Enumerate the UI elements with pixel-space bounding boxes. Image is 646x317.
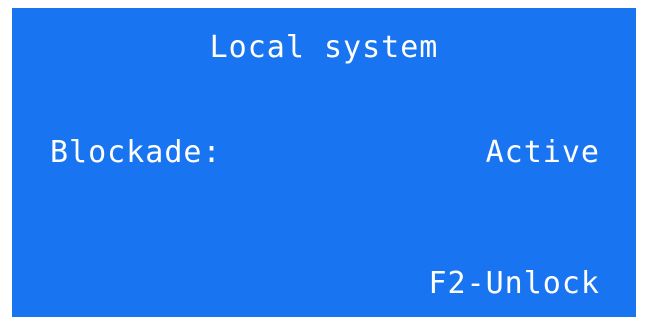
lcd-display-screen: Local system Blockade: Active F2-Unlock: [12, 8, 636, 317]
blockade-status-row: Blockade: Active: [50, 130, 600, 174]
blockade-label: Blockade:: [50, 134, 222, 170]
blockade-status-value: Active: [485, 134, 600, 170]
screen-title: Local system: [209, 30, 439, 65]
f2-unlock-softkey[interactable]: F2-Unlock: [428, 264, 600, 304]
